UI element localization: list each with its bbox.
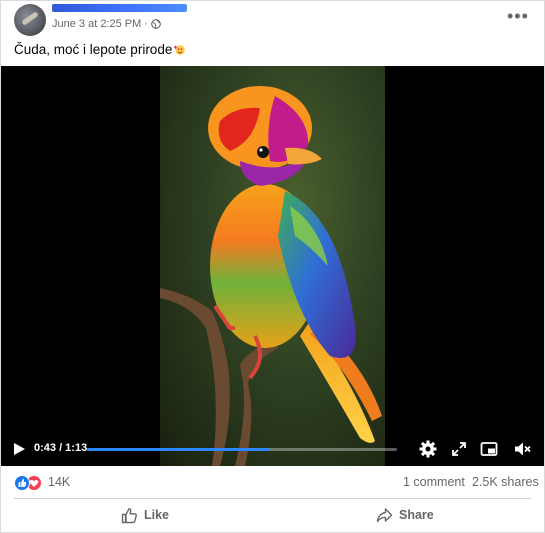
video-time: 0:43 / 1:13 [34,442,88,454]
video-progress-bar[interactable] [87,448,397,451]
post-caption: Čuda, moć i lepote prirode [14,42,186,57]
like-reaction-icon [14,475,30,491]
like-button[interactable]: Like [121,503,169,527]
video-progress-fill [87,448,270,451]
author-avatar[interactable] [14,4,46,36]
share-button[interactable]: Share [376,503,434,527]
video-frame[interactable] [160,66,385,466]
reactions-icon[interactable] [14,475,44,491]
share-label: Share [399,508,434,522]
gear-icon[interactable] [419,440,437,458]
more-options-icon[interactable]: ••• [507,7,529,25]
picture-in-picture-icon[interactable] [480,440,498,458]
divider [14,498,531,499]
heart-eyes-emoji [174,45,186,55]
video-player[interactable]: 0:43 / 1:13 [1,66,544,466]
thumbs-up-icon [121,507,137,523]
bird-image [160,86,382,466]
engagement-bar: 14K 1 comment 2.5K shares [1,467,544,497]
mute-icon[interactable] [513,440,531,458]
play-icon[interactable] [12,442,26,456]
author-name-redacted [52,4,187,12]
meta-separator: · [144,18,148,30]
fullscreen-icon[interactable] [450,440,468,458]
globe-icon[interactable] [151,19,161,29]
share-icon [376,507,393,522]
video-controls: 0:43 / 1:13 [1,432,544,466]
like-label: Like [144,508,170,522]
shares-count[interactable]: 2.5K shares [472,475,539,489]
reactions-count[interactable]: 14K [48,475,70,489]
caption-text: Čuda, moć i lepote prirode [14,42,173,57]
post-card: June 3 at 2:25 PM · ••• Čuda, moć i lepo… [0,0,545,533]
comments-count[interactable]: 1 comment [403,475,465,489]
post-timestamp[interactable]: June 3 at 2:25 PM [52,18,141,30]
post-meta: June 3 at 2:25 PM · [52,18,161,30]
